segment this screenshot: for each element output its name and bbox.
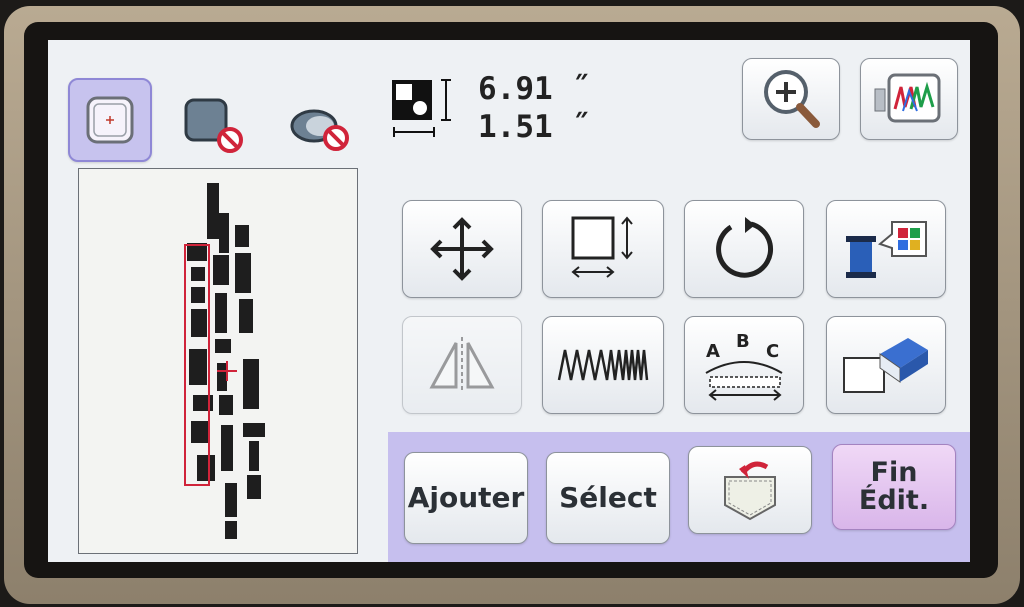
pocket-icon (724, 461, 776, 521)
pattern-preview (78, 168, 358, 554)
select-button[interactable]: Sélect (546, 452, 670, 544)
rotate-icon (716, 217, 774, 278)
pattern-preview-graphic (184, 183, 265, 539)
curved-text-icon: A B C (705, 331, 783, 401)
touch-screen: 6.91 ̋ 1.51 ̋ A B C Ajouter Sélect Fin É… (48, 40, 970, 562)
resize-icon (571, 216, 633, 278)
svg-text:C: C (766, 341, 779, 362)
svg-text:B: B (736, 331, 750, 352)
no-border-button[interactable] (178, 96, 248, 156)
mirror-icon (429, 337, 495, 393)
stitch-preview-icon (874, 73, 941, 123)
pattern-dimensions: 6.91 ̋ 1.51 ̋ (478, 70, 571, 146)
rotate-button[interactable] (684, 200, 804, 298)
zoom-button[interactable] (742, 58, 840, 140)
no-oval-icon (290, 109, 349, 151)
border-button[interactable] (826, 316, 946, 414)
density-button[interactable] (542, 316, 664, 414)
embroidery-frame-icon (86, 96, 134, 144)
pattern-width-value: 6.91 ̋ (478, 71, 572, 107)
no-shape-icon (184, 98, 243, 153)
thread-color-icon (846, 221, 927, 278)
stitch-preview-button[interactable] (860, 58, 958, 140)
move-button[interactable] (402, 200, 522, 298)
pocket-button[interactable] (688, 446, 812, 534)
pattern-height-value: 1.51 ̋ (478, 109, 572, 145)
array-button[interactable]: A B C (684, 316, 804, 414)
move-icon (430, 217, 494, 281)
pattern-size-icon (392, 79, 451, 137)
frame-select-button[interactable] (68, 78, 152, 162)
add-button-label: Ajouter (407, 481, 525, 515)
svg-text:A: A (706, 341, 720, 362)
add-button[interactable]: Ajouter (404, 452, 528, 544)
resize-button[interactable] (542, 200, 664, 298)
density-icon (557, 349, 649, 381)
pattern-size-indicator (386, 76, 466, 146)
end-edit-button[interactable]: Fin Édit. (832, 444, 956, 530)
no-oval-button[interactable] (288, 102, 358, 158)
mirror-button[interactable] (402, 316, 522, 414)
end-edit-label-line1: Fin (870, 456, 918, 488)
select-button-label: Sélect (559, 481, 657, 515)
end-edit-label-line2: Édit. (858, 485, 930, 516)
thread-color-button[interactable] (826, 200, 946, 298)
border-eraser-icon (843, 338, 928, 393)
zoom-in-icon (764, 70, 820, 128)
